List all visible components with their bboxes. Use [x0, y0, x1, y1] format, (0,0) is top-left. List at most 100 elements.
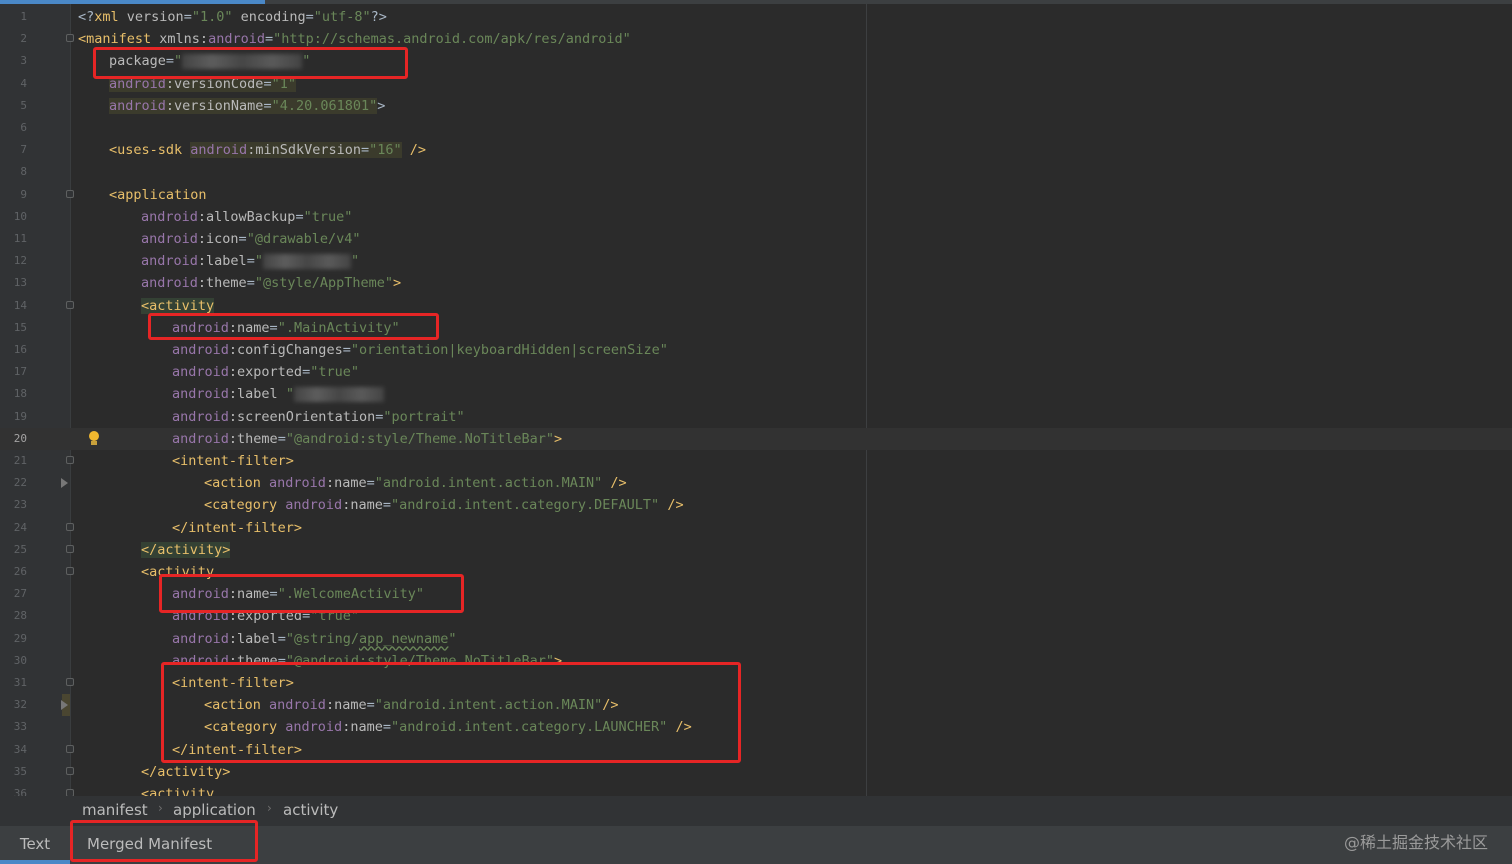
- lightbulb-icon[interactable]: [88, 430, 100, 447]
- fold-icon[interactable]: [66, 766, 74, 775]
- breadcrumb-item-application[interactable]: application: [173, 801, 256, 819]
- code-text[interactable]: <?xml version="1.0" encoding="utf-8"?>: [78, 6, 387, 28]
- code-text[interactable]: <uses-sdk android:minSdkVersion="16" />: [109, 139, 426, 161]
- expand-arrow-icon[interactable]: [61, 478, 68, 489]
- line-number: 4: [20, 76, 27, 90]
- line-number: 9: [20, 187, 27, 201]
- code-token: android: [172, 430, 229, 447]
- code-line[interactable]: 35 </activity>: [0, 761, 1512, 783]
- code-text[interactable]: <intent-filter>: [172, 450, 294, 472]
- chevron-right-icon: ›: [158, 801, 163, 815]
- code-token: </activity>: [141, 541, 231, 558]
- code-line[interactable]: 9 <application: [0, 184, 1512, 206]
- fold-icon[interactable]: [66, 522, 74, 531]
- code-line[interactable]: 19 android:screenOrientation="portrait": [0, 406, 1512, 428]
- code-editor[interactable]: 1 <?xml version="1.0" encoding="utf-8"?> 2…: [0, 4, 1512, 796]
- code-text[interactable]: android:label ": [172, 383, 384, 405]
- code-line[interactable]: 20 android:theme="@android:style/Theme.No…: [0, 427, 1512, 450]
- code-line[interactable]: 23 <category android:name="android.intent…: [0, 494, 1512, 516]
- code-line[interactable]: 24 </intent-filter>: [0, 517, 1512, 539]
- code-token: <?: [78, 9, 95, 25]
- code-line[interactable]: 21 <intent-filter>: [0, 450, 1512, 472]
- line-number: 19: [13, 409, 27, 423]
- fold-icon[interactable]: [66, 300, 74, 309]
- code-line[interactable]: 12 android:label=" ": [0, 250, 1512, 272]
- code-text[interactable]: </activity>: [141, 539, 231, 561]
- code-token: <manifest: [78, 31, 160, 48]
- code-token: "@drawable/v4": [246, 231, 361, 247]
- code-line[interactable]: 17 android:exported="true": [0, 361, 1512, 383]
- code-line[interactable]: 8: [0, 161, 1512, 183]
- code-text[interactable]: <activity: [141, 783, 214, 796]
- fold-icon[interactable]: [66, 567, 74, 575]
- code-line[interactable]: 36 <activity: [0, 783, 1512, 796]
- code-line[interactable]: 22 <action android:name="android.intent.a…: [0, 472, 1512, 494]
- code-token: <category: [204, 497, 286, 514]
- code-line[interactable]: 16 android:configChanges="orientation|key…: [0, 339, 1512, 361]
- fold-icon[interactable]: [66, 789, 74, 796]
- line-number: 6: [20, 121, 27, 134]
- code-text[interactable]: </intent-filter>: [172, 517, 302, 539]
- code-token: <action: [204, 475, 270, 492]
- code-line[interactable]: 5 android:versionName="4.20.061801">: [0, 95, 1512, 117]
- code-line[interactable]: 25 </activity>: [0, 539, 1512, 561]
- code-text[interactable]: <category android:name="android.intent.c…: [204, 494, 684, 516]
- code-token: />: [401, 142, 427, 159]
- code-text[interactable]: android:configChanges="orientation|keybo…: [172, 339, 668, 361]
- code-text[interactable]: </activity>: [141, 761, 230, 783]
- fold-icon[interactable]: [66, 678, 74, 686]
- tab-text-label: Text: [19, 835, 51, 853]
- line-number: 22: [13, 476, 27, 490]
- expand-arrow-icon[interactable]: [61, 700, 68, 711]
- code-line[interactable]: 1 <?xml version="1.0" encoding="utf-8"?>: [0, 6, 1512, 28]
- tab-text[interactable]: Text: [0, 826, 70, 864]
- code-text[interactable]: android:exported="true": [172, 361, 359, 383]
- breadcrumb-item-activity[interactable]: activity: [283, 801, 338, 819]
- line-number: 32: [13, 698, 27, 712]
- code-line[interactable]: 11 android:icon="@drawable/v4": [0, 228, 1512, 250]
- code-token: ": [254, 253, 263, 270]
- fold-icon[interactable]: [66, 544, 74, 553]
- code-token: >: [377, 97, 386, 114]
- code-token: "16": [369, 142, 402, 159]
- code-line[interactable]: 29 android:label="@string/app_newname": [0, 628, 1512, 650]
- code-token: "portrait": [383, 408, 465, 425]
- breadcrumb-item-manifest[interactable]: manifest: [82, 801, 148, 819]
- code-token: :screenOrientation: [228, 408, 376, 425]
- line-number: 12: [13, 254, 27, 268]
- fold-icon[interactable]: [66, 34, 74, 43]
- code-token: =: [360, 142, 370, 159]
- watermark: @稀土掘金技术社区: [1343, 833, 1488, 852]
- code-text[interactable]: android:icon="@drawable/v4": [141, 228, 360, 250]
- code-text[interactable]: android:theme="@android:style/Theme.NoTi…: [172, 428, 562, 450]
- code-text[interactable]: <action android:name="android.intent.act…: [204, 472, 627, 494]
- code-token: <activity: [141, 786, 215, 796]
- line-number: 21: [13, 454, 27, 467]
- code-text[interactable]: android:label="@string/app_newname": [172, 628, 457, 650]
- code-token: :label: [228, 386, 278, 403]
- code-text[interactable]: android:screenOrientation="portrait": [172, 406, 465, 428]
- code-line[interactable]: 18 android:label ": [0, 383, 1512, 405]
- code-token: =: [263, 97, 272, 114]
- fold-icon[interactable]: [66, 189, 74, 198]
- code-text[interactable]: android:versionName="4.20.061801">: [109, 95, 385, 117]
- code-line[interactable]: 7 <uses-sdk android:minSdkVersion="16" />: [0, 139, 1512, 161]
- code-token: android: [141, 275, 198, 292]
- code-line[interactable]: 13 android:theme="@style/AppTheme">: [0, 272, 1512, 294]
- code-text[interactable]: android:allowBackup="true": [141, 206, 352, 228]
- code-text[interactable]: <application: [109, 184, 207, 206]
- code-token: "utf-8": [313, 9, 371, 25]
- code-token: =: [264, 31, 274, 48]
- code-line[interactable]: 6: [0, 117, 1512, 139]
- code-token: >: [393, 275, 402, 292]
- code-line[interactable]: 10 android:allowBackup="true": [0, 206, 1512, 228]
- code-token: =: [183, 9, 192, 25]
- code-text[interactable]: android:label=" ": [141, 250, 359, 272]
- code-token: />: [659, 497, 684, 514]
- code-text[interactable]: android:theme="@style/AppTheme">: [141, 272, 401, 294]
- highlight-box-package: [93, 47, 408, 79]
- code-token: app_newname: [358, 630, 449, 647]
- fold-icon[interactable]: [66, 456, 74, 464]
- fold-icon[interactable]: [66, 744, 74, 753]
